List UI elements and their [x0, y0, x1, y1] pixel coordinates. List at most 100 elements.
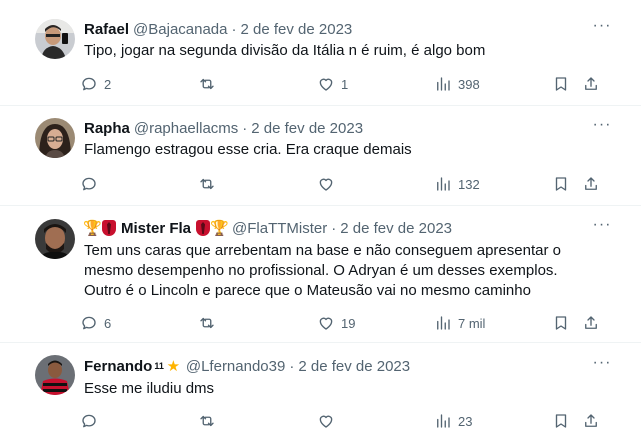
- bookmark-icon: [555, 177, 567, 191]
- separator-dot: ·: [289, 357, 295, 375]
- display-name[interactable]: Mister Fla: [121, 220, 191, 237]
- like-button[interactable]: 1: [317, 74, 348, 94]
- name-superscript: 11: [154, 361, 164, 371]
- heart-icon: [319, 178, 333, 191]
- views-button[interactable]: 7 mil: [434, 313, 485, 333]
- tweet-text-line: Outro é o Lincoln e parece que o Mateusã…: [84, 282, 531, 299]
- views-button[interactable]: 132: [434, 174, 480, 194]
- like-button[interactable]: 19: [317, 313, 355, 333]
- heart-icon: [319, 317, 333, 330]
- avatar[interactable]: [35, 19, 75, 59]
- views-icon: [437, 316, 450, 330]
- tweet-date[interactable]: 2 de fev de 2023: [251, 120, 363, 137]
- user-handle[interactable]: @Lfernando39: [186, 358, 285, 375]
- reply-icon: [82, 77, 96, 91]
- tweet-text: Esse me iludiu dms: [84, 380, 215, 397]
- tweet-date[interactable]: 2 de fev de 2023: [241, 21, 353, 38]
- user-handle[interactable]: @Bajacanada: [133, 21, 227, 38]
- tweet-actions: 132: [80, 174, 610, 194]
- reply-button[interactable]: [80, 174, 104, 194]
- tweet-text: Tipo, jogar na segunda divisão da Itália…: [84, 42, 486, 59]
- reply-count: 2: [104, 76, 112, 92]
- reply-button[interactable]: 6: [80, 313, 111, 333]
- share-button[interactable]: [582, 411, 600, 431]
- view-count: 7 mil: [458, 315, 486, 331]
- tweet-actions: 23: [80, 411, 610, 431]
- reply-button[interactable]: 2: [80, 74, 111, 94]
- bookmark-button[interactable]: [552, 313, 570, 333]
- reply-icon: [82, 414, 96, 428]
- separator-dot: ·: [242, 119, 248, 137]
- views-button[interactable]: 23: [434, 411, 472, 431]
- share-button[interactable]: [582, 74, 600, 94]
- retweet-button[interactable]: [198, 411, 222, 431]
- tweet-text: Flamengo estragou esse cria. Era craque …: [84, 141, 412, 158]
- tweet-actions: 2 1 398: [80, 74, 610, 94]
- bookmark-button[interactable]: [552, 174, 570, 194]
- share-icon: [585, 77, 597, 90]
- trophy-emoji-icon: 🏆: [83, 220, 102, 237]
- retweet-button[interactable]: [198, 74, 222, 94]
- tweet-header: Rafael @Bajacanada · 2 de fev de 2023: [84, 19, 352, 39]
- like-button[interactable]: [317, 174, 341, 194]
- star-emoji-icon: ★: [166, 358, 181, 375]
- separator-dot: ·: [231, 20, 237, 38]
- tweet-header: Fernando 11 ★ @Lfernando39 · 2 de fev de…: [84, 356, 410, 376]
- reply-count: 6: [104, 315, 112, 331]
- separator-dot: ·: [331, 219, 337, 237]
- like-count: 1: [341, 76, 349, 92]
- bookmark-icon: [555, 414, 567, 428]
- retweet-button[interactable]: [198, 174, 222, 194]
- views-icon: [437, 77, 450, 91]
- retweet-icon: [200, 317, 214, 329]
- like-button[interactable]: [317, 411, 341, 431]
- retweet-icon: [200, 415, 214, 427]
- bookmark-button[interactable]: [552, 74, 570, 94]
- tweet-actions: 6 19 7 mil: [80, 313, 610, 333]
- bookmark-icon: [555, 77, 567, 91]
- retweet-button[interactable]: [198, 313, 222, 333]
- retweet-icon: [200, 78, 214, 90]
- share-button[interactable]: [582, 174, 600, 194]
- more-horizontal-icon[interactable]: ···: [591, 216, 613, 236]
- heart-icon: [319, 415, 333, 428]
- red-tie-emoji-icon: [196, 220, 211, 236]
- view-count: 23: [458, 413, 473, 429]
- reply-icon: [82, 177, 96, 191]
- reply-button[interactable]: [80, 411, 104, 431]
- like-count: 19: [341, 315, 356, 331]
- trophy-emoji-icon: 🏆: [210, 220, 229, 237]
- tweet-mister-fla[interactable]: 🏆 Mister Fla 🏆 @FlaTTMister · 2 de fev d…: [0, 206, 641, 342]
- tweet-rafael[interactable]: Rafael @Bajacanada · 2 de fev de 2023 ··…: [0, 0, 641, 105]
- user-handle[interactable]: @FlaTTMister: [232, 220, 327, 237]
- tweet-fernando[interactable]: Fernando 11 ★ @Lfernando39 · 2 de fev de…: [0, 343, 641, 431]
- heart-icon: [319, 78, 333, 91]
- tweet-date[interactable]: 2 de fev de 2023: [298, 358, 410, 375]
- share-icon: [585, 414, 597, 427]
- views-icon: [437, 414, 450, 428]
- more-horizontal-icon[interactable]: ···: [591, 354, 613, 374]
- reply-icon: [82, 316, 96, 330]
- tweet-date[interactable]: 2 de fev de 2023: [340, 220, 452, 237]
- view-count: 398: [458, 76, 480, 92]
- avatar[interactable]: [35, 355, 75, 395]
- red-tie-emoji-icon: [102, 220, 116, 236]
- views-icon: [437, 177, 450, 191]
- tweet-text: Tem uns caras que arrebentam na base e n…: [84, 241, 604, 301]
- display-name[interactable]: Fernando: [84, 358, 152, 375]
- view-count: 132: [458, 176, 480, 192]
- tweet-rapha[interactable]: Rapha @raphaellacms · 2 de fev de 2023 ·…: [0, 106, 641, 205]
- bookmark-button[interactable]: [552, 411, 570, 431]
- views-button[interactable]: 398: [434, 74, 480, 94]
- display-name[interactable]: Rapha: [84, 120, 130, 137]
- tweet-text-line: Tem uns caras que arrebentam na base e n…: [84, 242, 561, 259]
- display-name[interactable]: Rafael: [84, 21, 129, 38]
- avatar[interactable]: [35, 219, 75, 259]
- avatar[interactable]: [35, 118, 75, 158]
- tweet-header: Rapha @raphaellacms · 2 de fev de 2023: [84, 118, 363, 138]
- more-horizontal-icon[interactable]: ···: [591, 17, 613, 37]
- share-button[interactable]: [582, 313, 600, 333]
- retweet-icon: [200, 178, 214, 190]
- more-horizontal-icon[interactable]: ···: [591, 116, 613, 136]
- user-handle[interactable]: @raphaellacms: [134, 120, 238, 137]
